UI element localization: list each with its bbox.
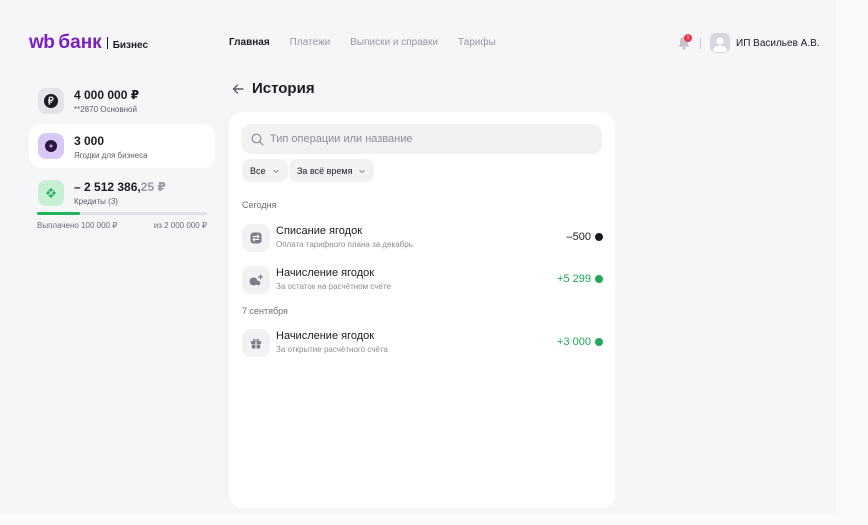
transaction-row[interactable]: Списание ягодок Оплата тарифного плана з… <box>242 224 603 252</box>
notification-badge: 1 <box>684 34 692 42</box>
credits-count: Кредиты (3) <box>74 197 118 206</box>
filter-type[interactable]: Все <box>242 159 288 182</box>
exchange-icon <box>242 224 270 252</box>
berries-plus-icon <box>242 266 270 294</box>
ruble-coin-icon <box>38 88 64 114</box>
credit-paid-label: Выплачено 100 000 ₽ <box>37 221 118 230</box>
credit-total-label: из 2 000 000 ₽ <box>153 221 207 230</box>
group-label-sept: 7 сентября <box>242 306 288 316</box>
berry-dot-icon <box>595 233 603 241</box>
history-card: Все За всё время Сегодня Списание ягодок… <box>229 112 615 508</box>
berries-balance: 3 000 <box>74 134 105 148</box>
back-arrow-icon[interactable] <box>231 82 245 96</box>
transaction-title: Списание ягодок <box>276 225 363 237</box>
credits-balance-fraction: 25 ₽ <box>140 180 166 194</box>
transaction-amount-value: +3 000 <box>557 336 591 348</box>
transaction-row[interactable]: Начисление ягодок За остаток на расчётно… <box>242 266 603 294</box>
account-number: **2870 Основной <box>74 105 137 114</box>
logo-separator <box>106 37 108 49</box>
chevron-down-icon <box>272 169 279 173</box>
credit-progress-bar <box>37 212 207 215</box>
main-nav: Главная Платежи Выписки и справки Тарифы <box>229 37 496 48</box>
account-balance: 4 000 000 ₽ <box>74 88 140 102</box>
transaction-subtitle: За остаток на расчётном счёте <box>276 282 391 291</box>
page-title: История <box>252 80 315 97</box>
berry-dot-icon <box>595 338 603 346</box>
berries-label: Ягодки для бизнеса <box>74 151 148 160</box>
logo[interactable]: wb банк Бизнес <box>29 32 148 54</box>
nav-statements[interactable]: Выписки и справки <box>350 37 438 48</box>
berry-icon <box>38 133 64 159</box>
search-icon <box>251 133 264 146</box>
gift-icon <box>242 329 270 357</box>
filter-period-value: За всё время <box>297 165 353 176</box>
logo-business: Бизнес <box>112 40 149 51</box>
transaction-row[interactable]: Начисление ягодок За открытие расчётного… <box>242 329 603 357</box>
search-input[interactable] <box>270 133 590 145</box>
search-box[interactable] <box>241 124 602 154</box>
logo-wb: wb <box>29 32 55 53</box>
account-credits[interactable]: – 2 512 386,25 ₽ Кредиты (3) <box>29 172 215 210</box>
chevron-down-icon <box>359 169 366 173</box>
filter-period[interactable]: За всё время <box>289 159 375 182</box>
header-separator <box>700 38 701 49</box>
user-icon <box>713 37 727 52</box>
filter-type-value: Все <box>250 165 266 176</box>
transaction-amount: –500 <box>567 231 603 243</box>
berry-dot-icon <box>595 275 603 283</box>
nav-payments[interactable]: Платежи <box>290 37 331 48</box>
credit-progress-fill <box>37 212 80 215</box>
account-main[interactable]: 4 000 000 ₽ **2870 Основной <box>29 80 215 120</box>
account-berries[interactable]: 3 000 Ягодки для бизнеса <box>29 124 215 168</box>
transaction-amount: +5 299 <box>557 273 603 285</box>
transaction-subtitle: Оплата тарифного плана за декабрь <box>276 240 413 249</box>
transaction-subtitle: За открытие расчётного счёта <box>276 345 388 354</box>
logo-bank: банк <box>58 32 102 53</box>
group-label-today: Сегодня <box>242 200 277 210</box>
transaction-title: Начисление ягодок <box>276 267 375 279</box>
transaction-amount: +3 000 <box>557 336 603 348</box>
avatar[interactable] <box>710 33 730 53</box>
nav-tariffs[interactable]: Тарифы <box>458 37 496 48</box>
transaction-title: Начисление ягодок <box>276 330 375 342</box>
credits-balance-main: – 2 512 386, <box>74 180 141 194</box>
credits-balance: – 2 512 386,25 ₽ <box>74 180 166 194</box>
transaction-amount-value: –500 <box>566 231 591 243</box>
transaction-amount-value: +5 299 <box>557 273 591 285</box>
nav-home[interactable]: Главная <box>229 37 270 48</box>
user-name[interactable]: ИП Васильев А.В. <box>736 38 820 49</box>
credit-icon <box>38 180 64 206</box>
